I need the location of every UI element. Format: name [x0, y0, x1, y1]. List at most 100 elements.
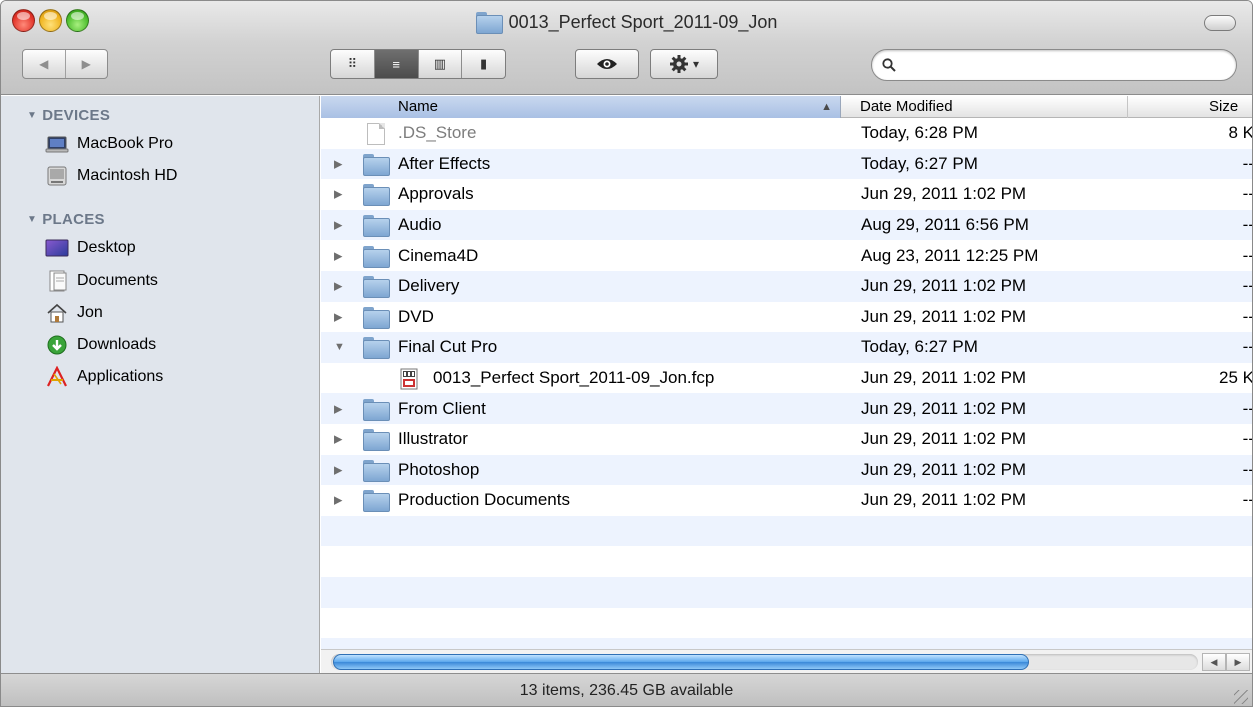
sidebar-item-label: Macintosh HD — [77, 167, 178, 184]
finder-window: 0013_Perfect Sport_2011-09_Jon ◀ ▶ ⠿ ≡ ▥… — [0, 0, 1253, 707]
file-date-modified: Jun 29, 2011 1:02 PM — [861, 398, 1027, 418]
file-row[interactable]: ▶ Photoshop Jun 29, 2011 1:02 PM -- — [321, 454, 1252, 486]
toolbar-toggle-button[interactable] — [1204, 15, 1236, 31]
devices-heading[interactable]: ▼ DEVICES — [27, 107, 110, 124]
sidebar-item-label: Downloads — [77, 336, 157, 353]
file-date-modified: Jun 29, 2011 1:02 PM — [861, 368, 1027, 388]
folder-icon — [363, 306, 390, 329]
file-size: -- — [1242, 276, 1253, 296]
file-row[interactable]: ▶ Cinema4D Aug 23, 2011 12:25 PM -- — [321, 240, 1253, 271]
sidebar-item-applications[interactable]: Applications — [45, 363, 163, 391]
folder-icon — [363, 245, 390, 268]
folder-icon — [363, 398, 390, 421]
file-name: Final Cut Pro — [398, 337, 498, 357]
file-row[interactable]: ▶ DVD Jun 29, 2011 1:02 PM -- — [321, 302, 1252, 333]
file-size: -- — [1242, 429, 1253, 449]
disclosure-closed-icon[interactable]: ▶ — [334, 188, 342, 201]
file-row[interactable]: ▶ Approvals Jun 29, 2011 1:02 PM -- — [321, 179, 1252, 210]
applications-icon — [47, 366, 67, 387]
search-input[interactable] — [902, 56, 1236, 74]
sidebar-item-documents[interactable]: Documents — [45, 267, 158, 295]
icon-view-icon: ⠿ — [347, 56, 358, 71]
file-rows: .DS_Store Today, 6:28 PM 8 K ▶ After Effects… — [321, 118, 1253, 669]
file-date-modified: Jun 29, 2011 1:02 PM — [861, 276, 1027, 296]
file-size: -- — [1242, 153, 1253, 173]
status-bar: 13 items, 236.45 GB available — [1, 673, 1252, 706]
file-row[interactable]: ▶ From Client Jun 29, 2011 1:02 PM -- — [321, 393, 1252, 424]
file-date-modified: Today, 6:27 PM — [861, 153, 978, 173]
chevron-down-icon: ▾ — [692, 57, 700, 71]
forward-button[interactable]: ▶ — [64, 50, 108, 78]
icon-view-button[interactable]: ⠿ — [331, 50, 374, 78]
disclosure-closed-icon[interactable]: ▶ — [334, 310, 342, 323]
file-row[interactable]: ▶ Delivery Jun 29, 2011 1:02 PM -- — [321, 270, 1253, 302]
document-icon — [363, 123, 388, 146]
scroll-left-arrow-icon[interactable]: ◀ — [1202, 653, 1226, 671]
file-name: .DS_Store — [398, 123, 477, 143]
folder-icon — [363, 429, 390, 452]
folder-icon — [363, 184, 390, 207]
action-menu-button[interactable]: ▾ — [650, 49, 718, 79]
column-view-button[interactable]: ▥ — [417, 50, 462, 78]
file-row[interactable]: ▶ Illustrator Jun 29, 2011 1:02 PM -- — [321, 424, 1253, 455]
sidebar: ▼ DEVICES MacBook Pro Macintosh HD ▼ PLA… — [1, 96, 320, 673]
column-header-size-label: Size — [1209, 98, 1239, 115]
disclosure-closed-icon[interactable]: ▶ — [334, 402, 342, 415]
downloads-icon — [47, 335, 67, 355]
sidebar-item-macbook-pro[interactable]: MacBook Pro — [45, 130, 173, 158]
sidebar-item-label: Applications — [77, 368, 164, 385]
sidebar-item-downloads[interactable]: Downloads — [45, 331, 156, 359]
window-title-bar: 0013_Perfect Sport_2011-09_Jon — [1, 7, 1252, 37]
list-view-icon: ≡ — [392, 56, 400, 72]
file-date-modified: Jun 29, 2011 1:02 PM — [861, 184, 1027, 204]
places-heading[interactable]: ▼ PLACES — [27, 211, 105, 228]
sidebar-item-macintosh-hd[interactable]: Macintosh HD — [45, 162, 177, 190]
list-view-button[interactable]: ≡ — [373, 50, 418, 78]
file-name: Production Documents — [398, 490, 570, 510]
scroll-right-arrow-icon[interactable]: ▶ — [1226, 653, 1250, 671]
disclosure-closed-icon[interactable]: ▶ — [334, 157, 342, 170]
disclosure-open-icon[interactable]: ▼ — [334, 341, 345, 353]
file-row[interactable]: ▶ After Effects Today, 6:27 PM -- — [321, 148, 1253, 180]
file-row[interactable]: ▶ Audio Aug 29, 2011 6:56 PM -- — [321, 209, 1253, 241]
sidebar-item-label: Documents — [77, 272, 158, 289]
horizontal-scrollbar[interactable]: ◀ ▶ — [321, 649, 1252, 673]
disclosure-closed-icon[interactable]: ▶ — [334, 249, 342, 262]
sidebar-item-desktop[interactable]: Desktop — [45, 234, 136, 262]
disclosure-closed-icon[interactable]: ▶ — [334, 494, 342, 507]
forward-arrow-icon: ▶ — [81, 57, 91, 71]
coverflow-view-button[interactable]: ▮ — [461, 50, 505, 78]
disclosure-triangle-icon: ▼ — [27, 110, 38, 121]
file-row[interactable]: .DS_Store Today, 6:28 PM 8 K — [321, 118, 1252, 149]
column-view-icon: ▥ — [433, 56, 447, 71]
file-name: From Client — [398, 398, 486, 418]
file-size: -- — [1242, 245, 1253, 265]
laptop-icon — [45, 136, 69, 153]
resize-grip-icon[interactable] — [1234, 690, 1248, 704]
disclosure-closed-icon[interactable]: ▶ — [334, 219, 342, 232]
eye-icon — [597, 59, 617, 69]
folder-icon — [363, 215, 390, 238]
file-size: -- — [1242, 215, 1253, 235]
column-header-date[interactable]: Date Modified — [841, 96, 1128, 118]
sidebar-item-jon[interactable]: Jon — [45, 299, 103, 327]
file-row[interactable]: ▼ Final Cut Pro Today, 6:27 PM -- — [321, 332, 1252, 363]
file-size: 25 K — [1219, 368, 1253, 388]
column-header-name[interactable]: Name ▲ — [321, 96, 841, 118]
disclosure-closed-icon[interactable]: ▶ — [334, 280, 342, 293]
disclosure-triangle-icon: ▼ — [27, 214, 38, 225]
file-row[interactable]: ▶ Production Documents Jun 29, 2011 1:02 P… — [321, 485, 1252, 516]
folder-icon — [363, 153, 390, 176]
scrollbar-thumb[interactable] — [333, 654, 1029, 670]
quicklook-button[interactable] — [575, 49, 639, 79]
desktop-icon — [45, 239, 69, 257]
disclosure-closed-icon[interactable]: ▶ — [334, 463, 342, 476]
disclosure-closed-icon[interactable]: ▶ — [334, 433, 342, 446]
back-button[interactable]: ◀ — [23, 50, 65, 78]
sidebar-item-label: Desktop — [77, 239, 136, 256]
column-header-size[interactable]: Size — [1128, 96, 1252, 118]
file-row[interactable]: 0013_Perfect Sport_2011-09_Jon.fcp Jun 29… — [321, 363, 1253, 394]
folder-icon — [363, 337, 390, 360]
places-heading-label: PLACES — [42, 211, 105, 228]
search-field[interactable] — [871, 49, 1237, 81]
